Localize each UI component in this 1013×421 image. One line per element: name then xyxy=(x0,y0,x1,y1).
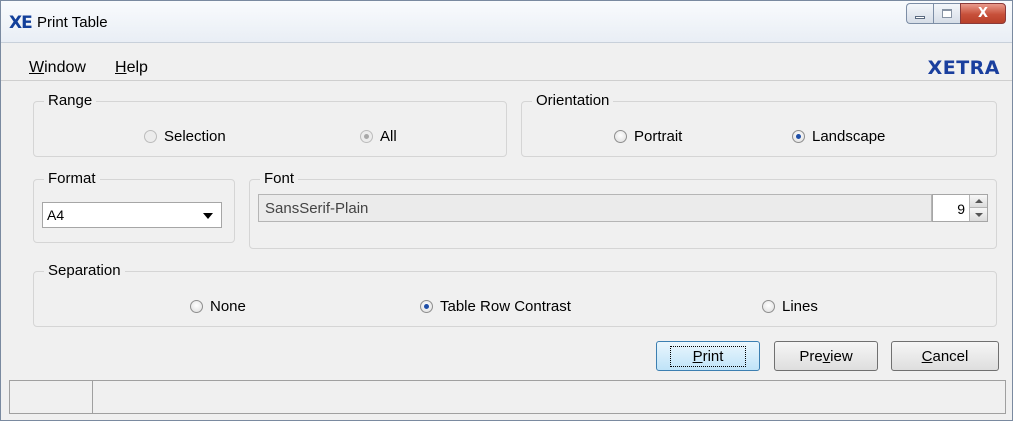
separation-lines-label: Lines xyxy=(782,298,818,315)
range-all-radio[interactable]: All xyxy=(360,128,397,145)
range-legend: Range xyxy=(44,92,97,110)
menu-window-mnemonic: W xyxy=(29,59,45,76)
preview-label-rest: iew xyxy=(830,347,853,365)
cancel-mnemonic: C xyxy=(921,347,933,365)
arrow-up-icon xyxy=(974,199,983,203)
format-value: A4 xyxy=(47,207,65,223)
separation-group: Separation None Table Row Contrast Lines xyxy=(33,262,997,327)
font-size-spin-buttons xyxy=(969,195,987,221)
print-label: rint xyxy=(702,347,724,365)
print-button[interactable]: Print xyxy=(656,341,760,371)
print-button-focus: Print xyxy=(669,345,747,367)
menu-window-label: indow xyxy=(44,59,86,76)
range-group: Range Selection All xyxy=(33,92,507,157)
radio-indicator xyxy=(144,130,157,143)
font-legend: Font xyxy=(260,170,299,188)
spin-up-button[interactable] xyxy=(970,195,987,208)
chevron-down-icon xyxy=(203,213,213,219)
radio-indicator xyxy=(614,130,627,143)
radio-indicator xyxy=(420,300,433,313)
close-icon: X xyxy=(977,6,989,21)
title-bar[interactable]: XE Print Table X xyxy=(1,1,1012,43)
range-selection-label: Selection xyxy=(164,128,226,145)
maximize-icon xyxy=(942,9,952,18)
separation-none-label: None xyxy=(210,298,246,315)
brand-logo: XETRA xyxy=(927,57,1000,79)
separation-none-radio[interactable]: None xyxy=(190,298,246,315)
menu-help-mnemonic: H xyxy=(115,59,127,76)
preview-button[interactable]: Pre v iew xyxy=(774,341,878,371)
radio-indicator xyxy=(360,130,373,143)
cancel-button[interactable]: Cancel xyxy=(891,341,999,371)
orientation-group: Orientation Portrait Landscape xyxy=(521,92,997,157)
orientation-legend: Orientation xyxy=(532,92,614,110)
orientation-landscape-radio[interactable]: Landscape xyxy=(792,128,885,145)
font-size-spinner[interactable]: 9 xyxy=(932,194,988,222)
separation-row-contrast-radio[interactable]: Table Row Contrast xyxy=(420,298,571,315)
radio-indicator xyxy=(792,130,805,143)
menu-bar: Window Help XETRA xyxy=(1,53,1012,81)
menu-help[interactable]: Help xyxy=(115,59,148,77)
format-combobox[interactable]: A4 xyxy=(42,202,222,228)
radio-indicator xyxy=(190,300,203,313)
orientation-portrait-label: Portrait xyxy=(634,128,683,145)
window-title: Print Table xyxy=(37,14,108,31)
font-name-field[interactable]: SansSerif-Plain xyxy=(258,194,932,222)
preview-mnemonic: v xyxy=(822,347,831,365)
cancel-label: ancel xyxy=(932,347,969,365)
arrow-down-icon xyxy=(974,212,983,217)
menu-help-label: elp xyxy=(126,59,148,76)
status-bar xyxy=(9,380,1006,414)
print-table-window: XE Print Table X Window Help XETRA Range… xyxy=(0,0,1013,421)
separation-legend: Separation xyxy=(44,262,125,280)
window-controls: X xyxy=(906,3,1006,24)
close-button[interactable]: X xyxy=(960,3,1006,24)
radio-indicator xyxy=(762,300,775,313)
app-logo: XE xyxy=(9,13,33,33)
orientation-landscape-label: Landscape xyxy=(812,128,886,145)
minimize-icon xyxy=(915,16,925,19)
separation-lines-radio[interactable]: Lines xyxy=(762,298,818,315)
status-cell xyxy=(10,381,93,413)
font-size-value: 9 xyxy=(957,201,965,217)
spin-down-button[interactable] xyxy=(970,208,987,221)
format-legend: Format xyxy=(44,170,100,188)
format-group: Format A4 xyxy=(33,170,235,243)
print-mnemonic: P xyxy=(692,347,703,365)
minimize-button[interactable] xyxy=(906,3,933,24)
separation-row-contrast-label: Table Row Contrast xyxy=(440,298,571,315)
maximize-button[interactable] xyxy=(933,3,960,24)
menu-window[interactable]: Window xyxy=(29,59,86,77)
font-name-value: SansSerif-Plain xyxy=(265,199,369,217)
orientation-portrait-radio[interactable]: Portrait xyxy=(614,128,682,145)
font-group: Font SansSerif-Plain 9 xyxy=(249,170,997,249)
preview-label-pre: Pre xyxy=(799,347,823,365)
range-all-label: All xyxy=(380,128,397,145)
range-selection-radio[interactable]: Selection xyxy=(144,128,226,145)
